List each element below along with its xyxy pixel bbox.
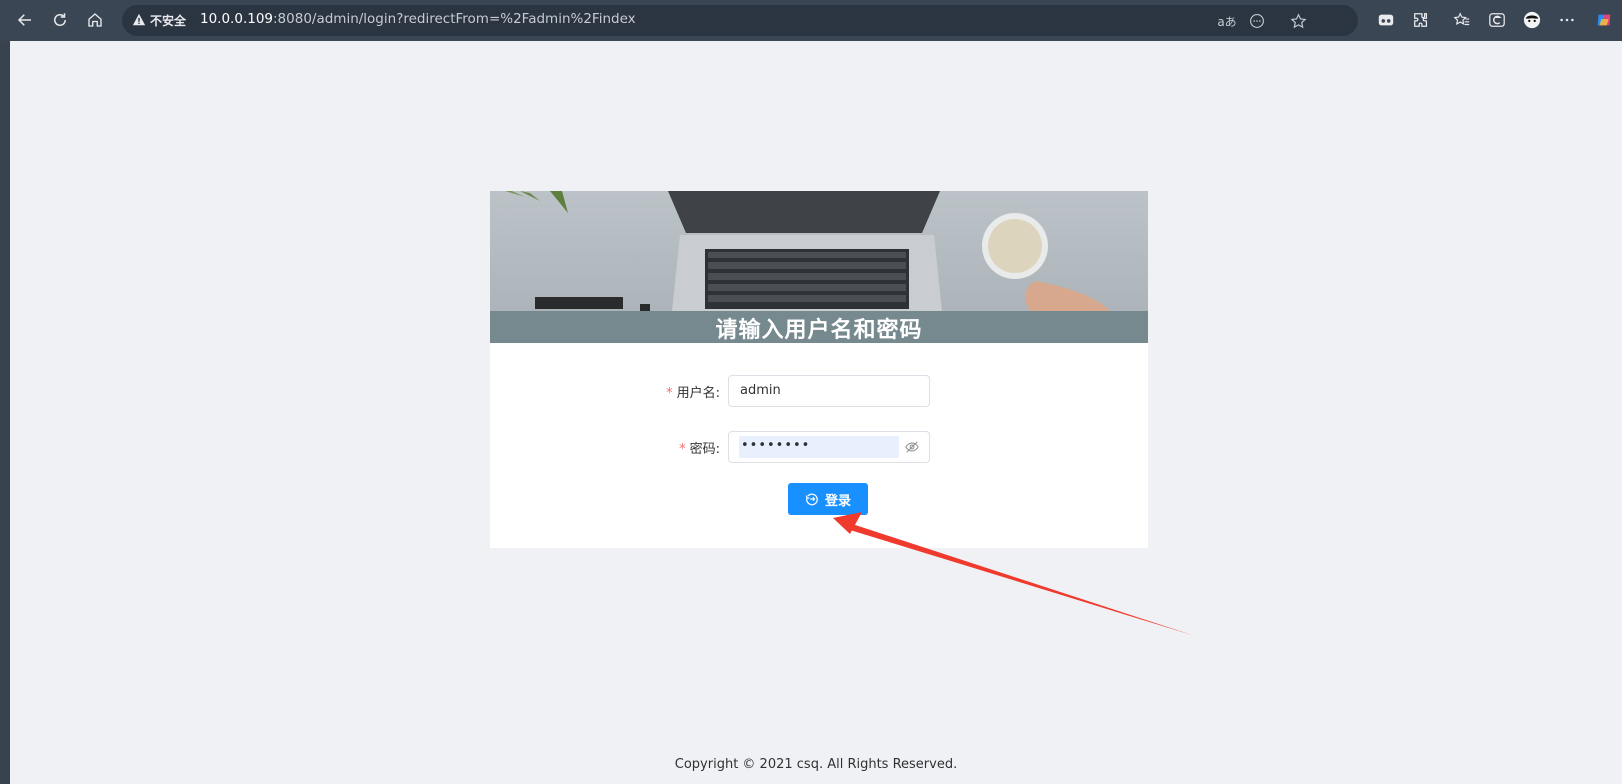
browser-essentials-icon[interactable] <box>1483 6 1511 34</box>
url-path: :8080/admin/login?redirectFrom=%2Fadmin%… <box>273 11 636 27</box>
password-row: * 密码: •••••••• <box>490 431 1148 463</box>
copilot-icon[interactable] <box>1590 6 1618 34</box>
password-value: •••••••• <box>741 438 811 453</box>
password-input[interactable]: •••••••• <box>728 431 930 463</box>
login-card: 请输入用户名和密码 * 用户名: admin * 密码: •••••••• 登录 <box>490 191 1148 548</box>
login-button[interactable]: 登录 <box>788 483 868 515</box>
login-title: 请输入用户名和密码 <box>715 318 923 343</box>
required-mark: * <box>679 442 686 457</box>
warning-icon <box>132 13 146 26</box>
reload-icon <box>54 13 66 26</box>
username-row: * 用户名: admin <box>490 375 1148 407</box>
reload-button[interactable] <box>45 5 75 35</box>
login-button-label: 登录 <box>824 493 851 509</box>
more-menu-icon[interactable] <box>1553 6 1581 34</box>
address-bar[interactable]: 不安全 10.0.0.109:8080/admin/login?redirect… <box>122 5 1358 36</box>
translate-icon-label: aあ <box>1217 14 1237 29</box>
url-host: 10.0.0.109 <box>200 11 273 27</box>
reading-view-icon[interactable] <box>1372 6 1400 34</box>
translate-icon[interactable]: aあ <box>1216 10 1238 32</box>
footer-copyright: Copyright © 2021 csq. All Rights Reserve… <box>674 757 958 772</box>
back-button[interactable] <box>10 5 40 35</box>
url-text[interactable]: 10.0.0.109:8080/admin/login?redirectFrom… <box>200 11 636 27</box>
page-viewport: 请输入用户名和密码 * 用户名: admin * 密码: •••••••• 登录… <box>10 41 1622 784</box>
home-icon <box>88 13 102 27</box>
back-arrow-icon <box>17 14 31 26</box>
login-icon <box>806 493 818 506</box>
extensions-icon[interactable] <box>1407 6 1435 34</box>
required-mark: * <box>666 386 673 401</box>
security-status-label[interactable]: 不安全 <box>150 12 186 29</box>
profile-avatar-icon[interactable] <box>1518 6 1546 34</box>
sidebar-edge <box>0 41 10 784</box>
username-value: admin <box>740 383 781 398</box>
password-label: * 密码: <box>679 438 720 457</box>
username-input[interactable]: admin <box>728 375 930 407</box>
password-label-text: 密码: <box>689 442 720 457</box>
browser-toolbar: 不安全 10.0.0.109:8080/admin/login?redirect… <box>0 0 1622 41</box>
favorite-star-icon[interactable] <box>1287 10 1309 32</box>
username-label: * 用户名: <box>666 382 720 401</box>
more-info-icon[interactable] <box>1246 10 1268 32</box>
hide-password-icon[interactable] <box>905 440 919 454</box>
home-button[interactable] <box>80 5 110 35</box>
username-label-text: 用户名: <box>676 386 720 401</box>
favorites-list-icon[interactable] <box>1448 6 1476 34</box>
browser-window: 不安全 10.0.0.109:8080/admin/login?redirect… <box>0 0 1622 784</box>
